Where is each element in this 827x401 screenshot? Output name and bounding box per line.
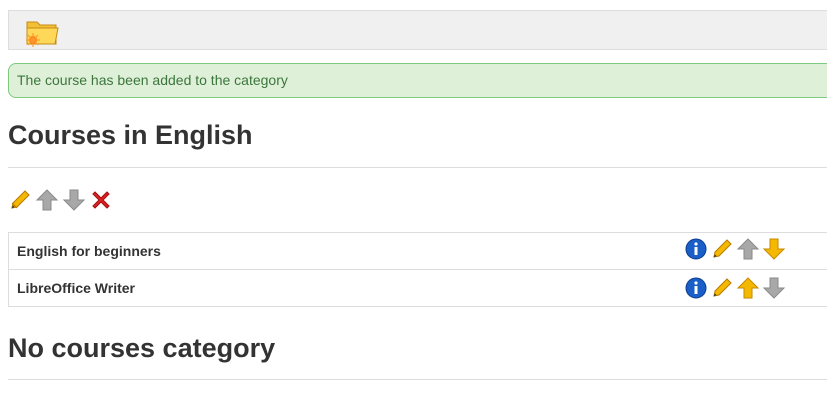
info-icon[interactable] bbox=[684, 276, 708, 300]
move-up-icon[interactable] bbox=[736, 276, 760, 300]
info-icon[interactable] bbox=[684, 237, 708, 261]
edit-icon[interactable] bbox=[8, 188, 32, 212]
alert-message: The course has been added to the categor… bbox=[17, 72, 288, 88]
edit-icon[interactable] bbox=[710, 237, 734, 261]
course-actions bbox=[684, 276, 786, 300]
divider bbox=[8, 379, 827, 380]
move-down-icon[interactable] bbox=[62, 188, 86, 212]
course-actions bbox=[684, 237, 786, 261]
move-down-icon[interactable] bbox=[762, 237, 786, 261]
category-title: No courses category bbox=[8, 333, 276, 363]
edit-icon[interactable] bbox=[710, 276, 734, 300]
add-category-folder-icon[interactable] bbox=[24, 16, 62, 48]
move-up-icon[interactable] bbox=[736, 237, 760, 261]
move-up-icon[interactable] bbox=[35, 188, 59, 212]
success-alert: The course has been added to the categor… bbox=[8, 63, 827, 98]
category-title: Courses in English bbox=[8, 120, 253, 150]
toolbar bbox=[8, 10, 827, 50]
divider bbox=[8, 167, 827, 168]
delete-icon[interactable] bbox=[89, 188, 113, 212]
move-down-icon[interactable] bbox=[762, 276, 786, 300]
category-actions bbox=[8, 187, 113, 213]
